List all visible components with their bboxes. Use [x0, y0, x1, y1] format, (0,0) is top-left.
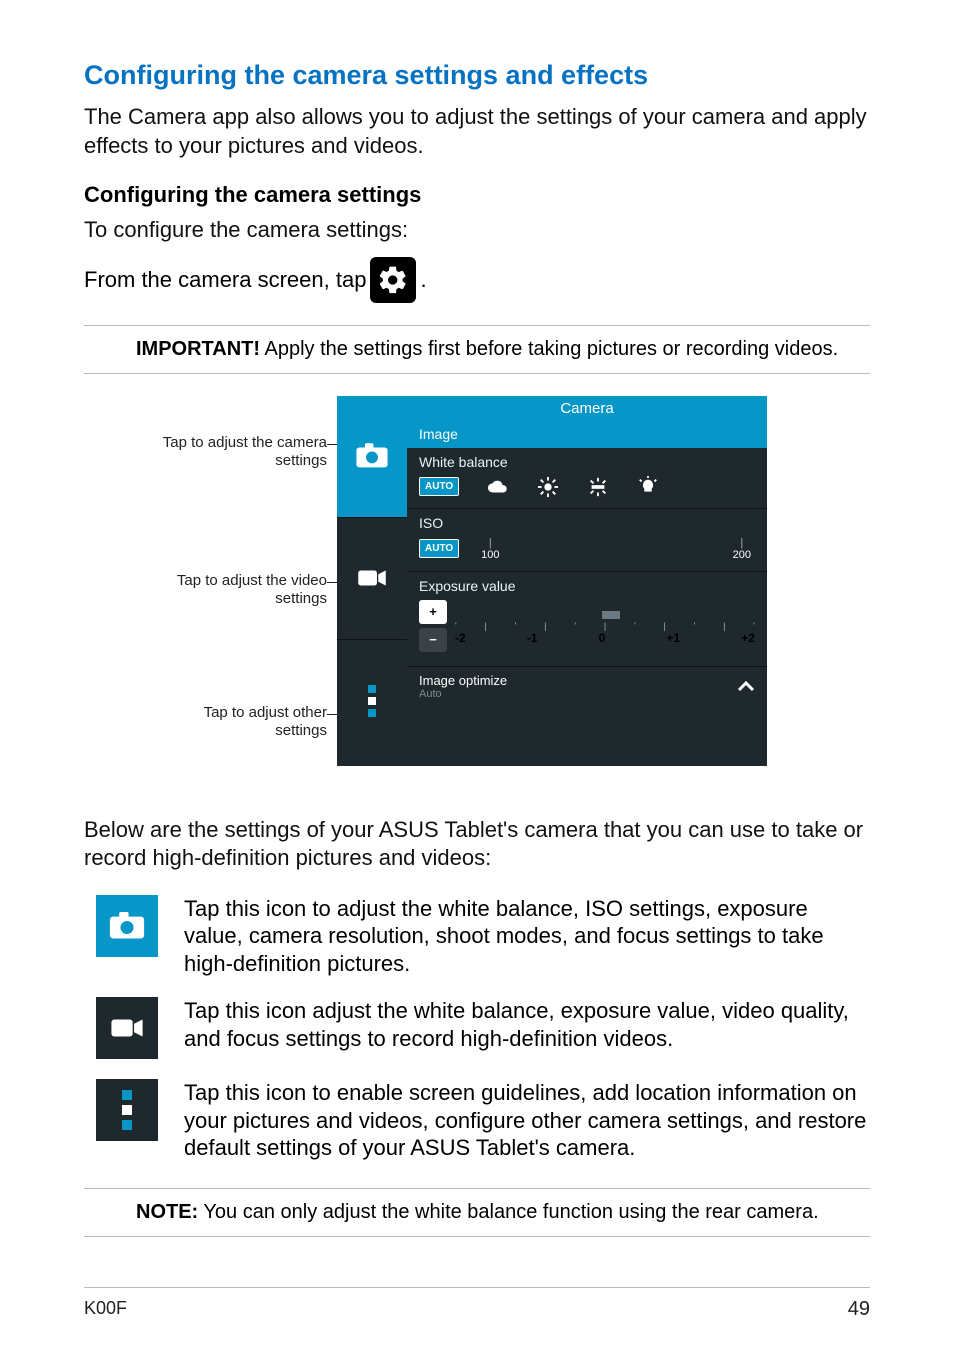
important-label: IMPORTANT! — [136, 338, 260, 360]
fluorescent-icon[interactable] — [587, 476, 609, 498]
white-balance-label: White balance — [419, 454, 755, 470]
camera-desc: Tap this icon to adjust the white balanc… — [184, 895, 870, 978]
important-callout: IMPORTANT! Apply the settings first befo… — [84, 325, 870, 374]
ev-label: Exposure value — [419, 578, 755, 594]
screenshot-sidebar — [337, 396, 407, 766]
video-icon — [357, 567, 387, 589]
sub-heading: Configuring the camera settings — [84, 182, 870, 208]
section-heading: Configuring the camera settings and effe… — [84, 60, 870, 91]
below-paragraph: Below are the settings of your ASUS Tabl… — [84, 816, 870, 873]
incandescent-icon[interactable] — [637, 476, 659, 498]
footer-model: K00F — [84, 1298, 127, 1321]
iso-row: ISO AUTO |100 |200 — [407, 509, 767, 572]
annotation-camera: Tap to adjust the camera settings — [157, 434, 327, 470]
note-text: You can only adjust the white balance fu… — [198, 1201, 818, 1223]
inline-prefix: From the camera screen, tap — [84, 265, 366, 295]
sidebar-tab-other[interactable] — [337, 640, 407, 762]
iso-tick-100[interactable]: |100 — [481, 537, 499, 561]
sidebar-tab-camera[interactable] — [337, 396, 407, 518]
annotation-other: Tap to adjust other settings — [157, 704, 327, 740]
footer-page: 49 — [848, 1298, 870, 1321]
cloud-icon[interactable] — [487, 479, 509, 495]
camera-icon — [108, 912, 146, 940]
ev-ruler[interactable]: -2 -1 0 +1 +2 — [455, 631, 755, 645]
video-icon — [110, 1016, 144, 1040]
opt-sub: Auto — [419, 688, 507, 700]
screenshot-main: Camera Image White balance AUTO ISO — [407, 396, 767, 766]
exposure-row: Exposure value + − '|'|'|'|'|' — [407, 572, 767, 667]
annotation-video: Tap to adjust the video settings — [157, 572, 327, 608]
sun-icon[interactable] — [537, 476, 559, 498]
iconrow-other: Tap this icon to enable screen guideline… — [96, 1079, 870, 1162]
note-label: NOTE: — [136, 1201, 198, 1223]
page-footer: K00F 49 — [84, 1287, 870, 1321]
camera-settings-figure: Tap to adjust the camera settings Tap to… — [177, 396, 777, 776]
screenshot-header: Camera — [407, 396, 767, 421]
iso-tick-200[interactable]: |200 — [733, 537, 751, 561]
gear-icon — [370, 257, 416, 303]
ev-minus-button[interactable]: − — [419, 628, 447, 652]
iconrow-camera: Tap this icon to adjust the white balanc… — [96, 895, 870, 978]
para-configure: To configure the camera settings: — [84, 216, 870, 245]
intro-paragraph: The Camera app also allows you to adjust… — [84, 103, 870, 160]
note-callout: NOTE: You can only adjust the white bala… — [84, 1188, 870, 1237]
inline-suffix: . — [420, 265, 426, 295]
white-balance-row: White balance AUTO — [407, 448, 767, 509]
sliders-icon — [120, 1090, 134, 1130]
opt-label: Image optimize — [419, 673, 507, 688]
chevron-up-icon — [737, 680, 755, 692]
iso-auto-chip[interactable]: AUTO — [419, 539, 459, 558]
other-iconbox — [96, 1079, 158, 1141]
iso-label: ISO — [419, 515, 755, 531]
iconrow-video: Tap this icon adjust the white balance, … — [96, 997, 870, 1059]
camera-icon — [355, 443, 389, 469]
camera-iconbox — [96, 895, 158, 957]
video-iconbox — [96, 997, 158, 1059]
settings-screenshot: Camera Image White balance AUTO ISO — [337, 396, 767, 766]
inline-instruction: From the camera screen, tap . — [84, 257, 870, 303]
image-optimize-row[interactable]: Image optimize Auto — [407, 667, 767, 706]
sliders-icon — [366, 685, 378, 717]
video-desc: Tap this icon adjust the white balance, … — [184, 997, 870, 1052]
image-tab[interactable]: Image — [407, 421, 767, 448]
other-desc: Tap this icon to enable screen guideline… — [184, 1079, 870, 1162]
ev-plus-button[interactable]: + — [419, 600, 447, 624]
icon-description-list: Tap this icon to adjust the white balanc… — [96, 895, 870, 1162]
wb-auto-chip[interactable]: AUTO — [419, 477, 459, 496]
sidebar-tab-video[interactable] — [337, 518, 407, 640]
important-text: Apply the settings first before taking p… — [260, 338, 838, 360]
